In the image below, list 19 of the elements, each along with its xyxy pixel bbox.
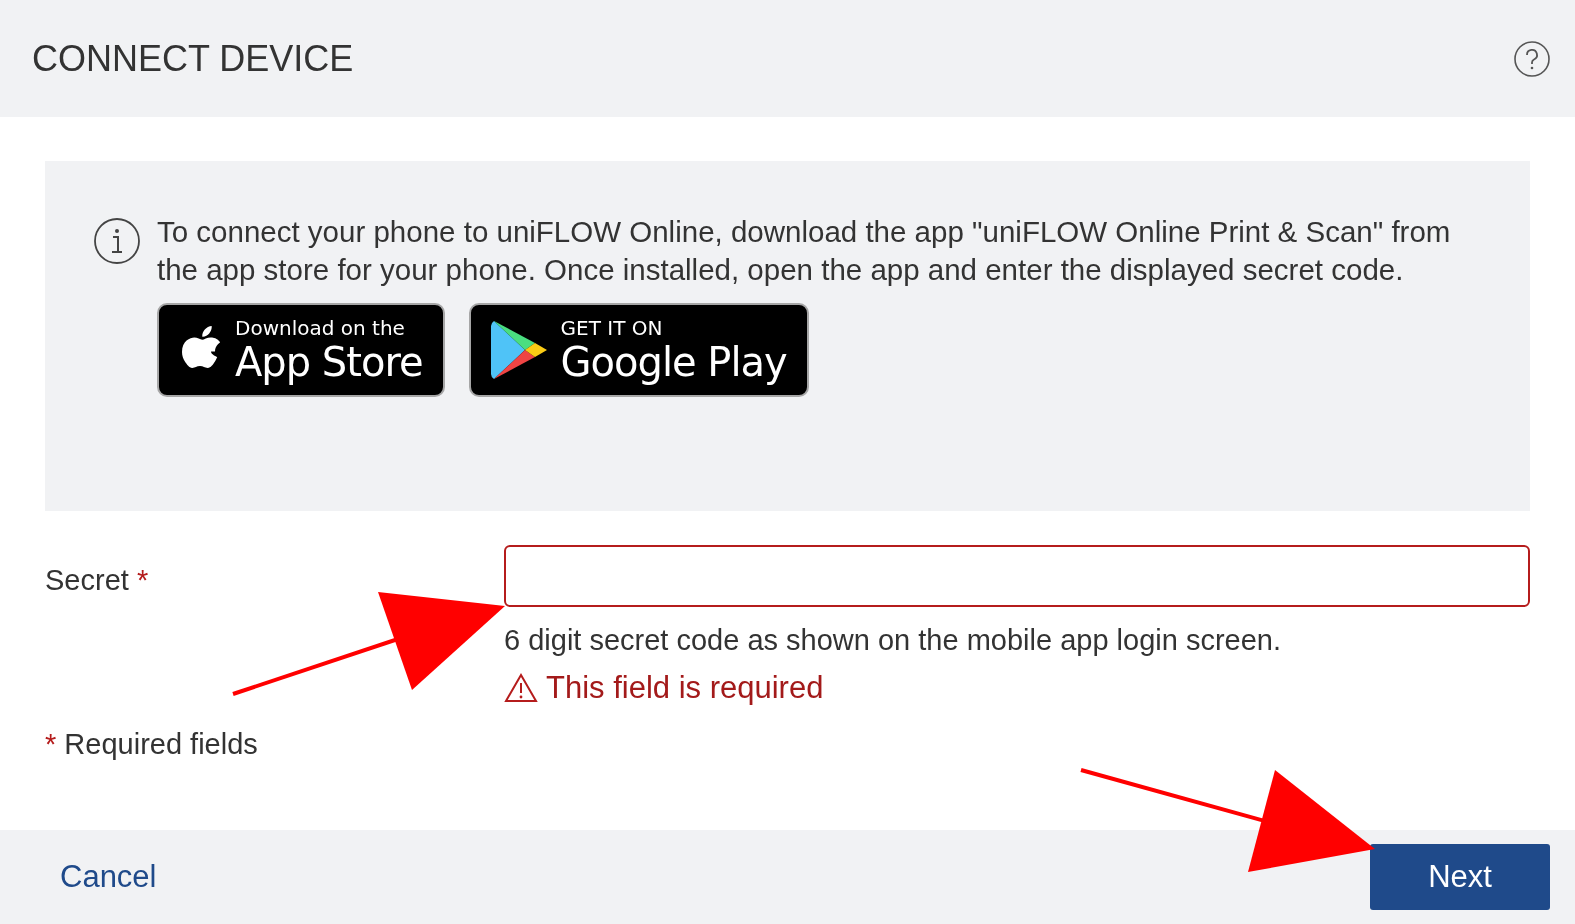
field-hint: 6 digit secret code as shown on the mobile app login screen.: [504, 623, 1283, 658]
required-mark: *: [45, 728, 57, 760]
error-message: This field is required: [546, 668, 824, 707]
next-button[interactable]: Next: [1370, 844, 1550, 910]
google-play-badge[interactable]: GET IT ON Google Play: [468, 303, 809, 397]
info-text: To connect your phone to uniFLOW Online, download the app "uniFLOW Online Print & Scan" from the app store for your phone. Once installed, open the app and enter the displayed secret code.: [157, 214, 1452, 288]
info-icon: [93, 217, 141, 265]
help-icon[interactable]: [1513, 39, 1551, 78]
app-store-badge[interactable]: Download on the App Store: [157, 303, 445, 397]
required-fields-note: Required fields: [64, 728, 258, 760]
warning-icon: [504, 672, 538, 703]
badge-caption: GET IT ON: [560, 318, 664, 338]
cancel-link[interactable]: Cancel: [60, 853, 157, 901]
secret-input[interactable]: [504, 545, 1530, 607]
play-store-icon: [490, 319, 549, 381]
required-mark: *: [136, 564, 149, 596]
badge-caption: Download on the: [235, 318, 406, 338]
dialog-title: CONNECT DEVICE: [32, 36, 354, 81]
field-label: Secret: [45, 564, 129, 596]
